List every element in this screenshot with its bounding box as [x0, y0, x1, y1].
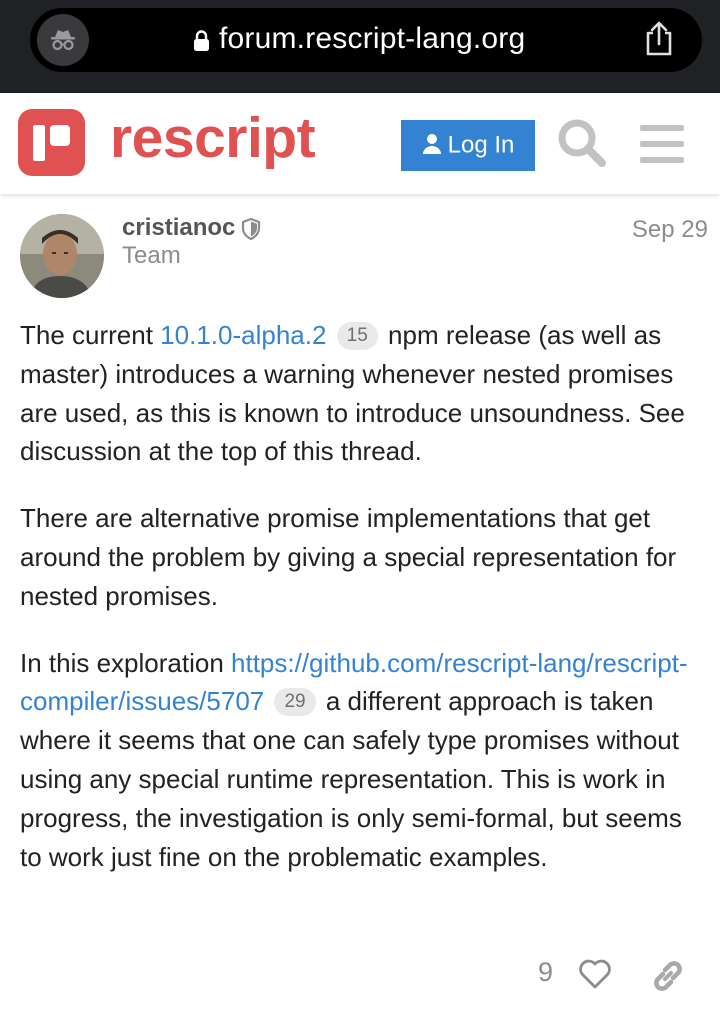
- link-click-count-badge: 29: [274, 688, 316, 717]
- post-date[interactable]: Sep 29: [632, 216, 708, 244]
- paragraph-text: The current: [20, 320, 161, 350]
- post-paragraph: The current 10.1.0-alpha.2 15 npm releas…: [20, 316, 710, 471]
- paragraph-text: In this exploration: [20, 647, 232, 678]
- link-click-count-badge: 15: [336, 322, 378, 350]
- url-text[interactable]: forum.rescript-lang.org: [219, 22, 525, 56]
- hamburger-icon[interactable]: [640, 125, 684, 163]
- post-paragraph: There are alternative promise implementa…: [20, 503, 677, 611]
- avatar[interactable]: [20, 214, 104, 298]
- heart-icon[interactable]: [578, 958, 612, 990]
- share-icon[interactable]: [644, 21, 674, 57]
- author-role: Team: [122, 242, 181, 269]
- address-bar[interactable]: forum.rescript-lang.org: [30, 8, 702, 72]
- login-button[interactable]: Log In: [401, 120, 535, 171]
- login-label: Log In: [447, 131, 515, 159]
- search-icon[interactable]: [556, 117, 608, 169]
- incognito-icon[interactable]: [37, 14, 89, 66]
- share-link-icon[interactable]: [650, 958, 686, 994]
- moderator-shield-icon: [241, 218, 261, 240]
- release-link[interactable]: 10.1.0-alpha.2: [160, 320, 326, 350]
- post-body: The current 10.1.0-alpha.2 15 npm releas…: [20, 316, 710, 904]
- user-icon: [422, 133, 441, 154]
- browser-toolbar: forum.rescript-lang.org: [0, 0, 720, 93]
- site-logo-text[interactable]: rescript: [110, 105, 316, 171]
- site-header: rescript Log In: [0, 93, 720, 194]
- rescript-logo-icon[interactable]: [18, 109, 85, 176]
- post-author[interactable]: cristianoc: [122, 214, 235, 242]
- post-paragraph: In this exploration https://github.com/r…: [20, 644, 710, 877]
- lock-icon: [194, 30, 209, 51]
- like-count[interactable]: 9: [538, 957, 553, 988]
